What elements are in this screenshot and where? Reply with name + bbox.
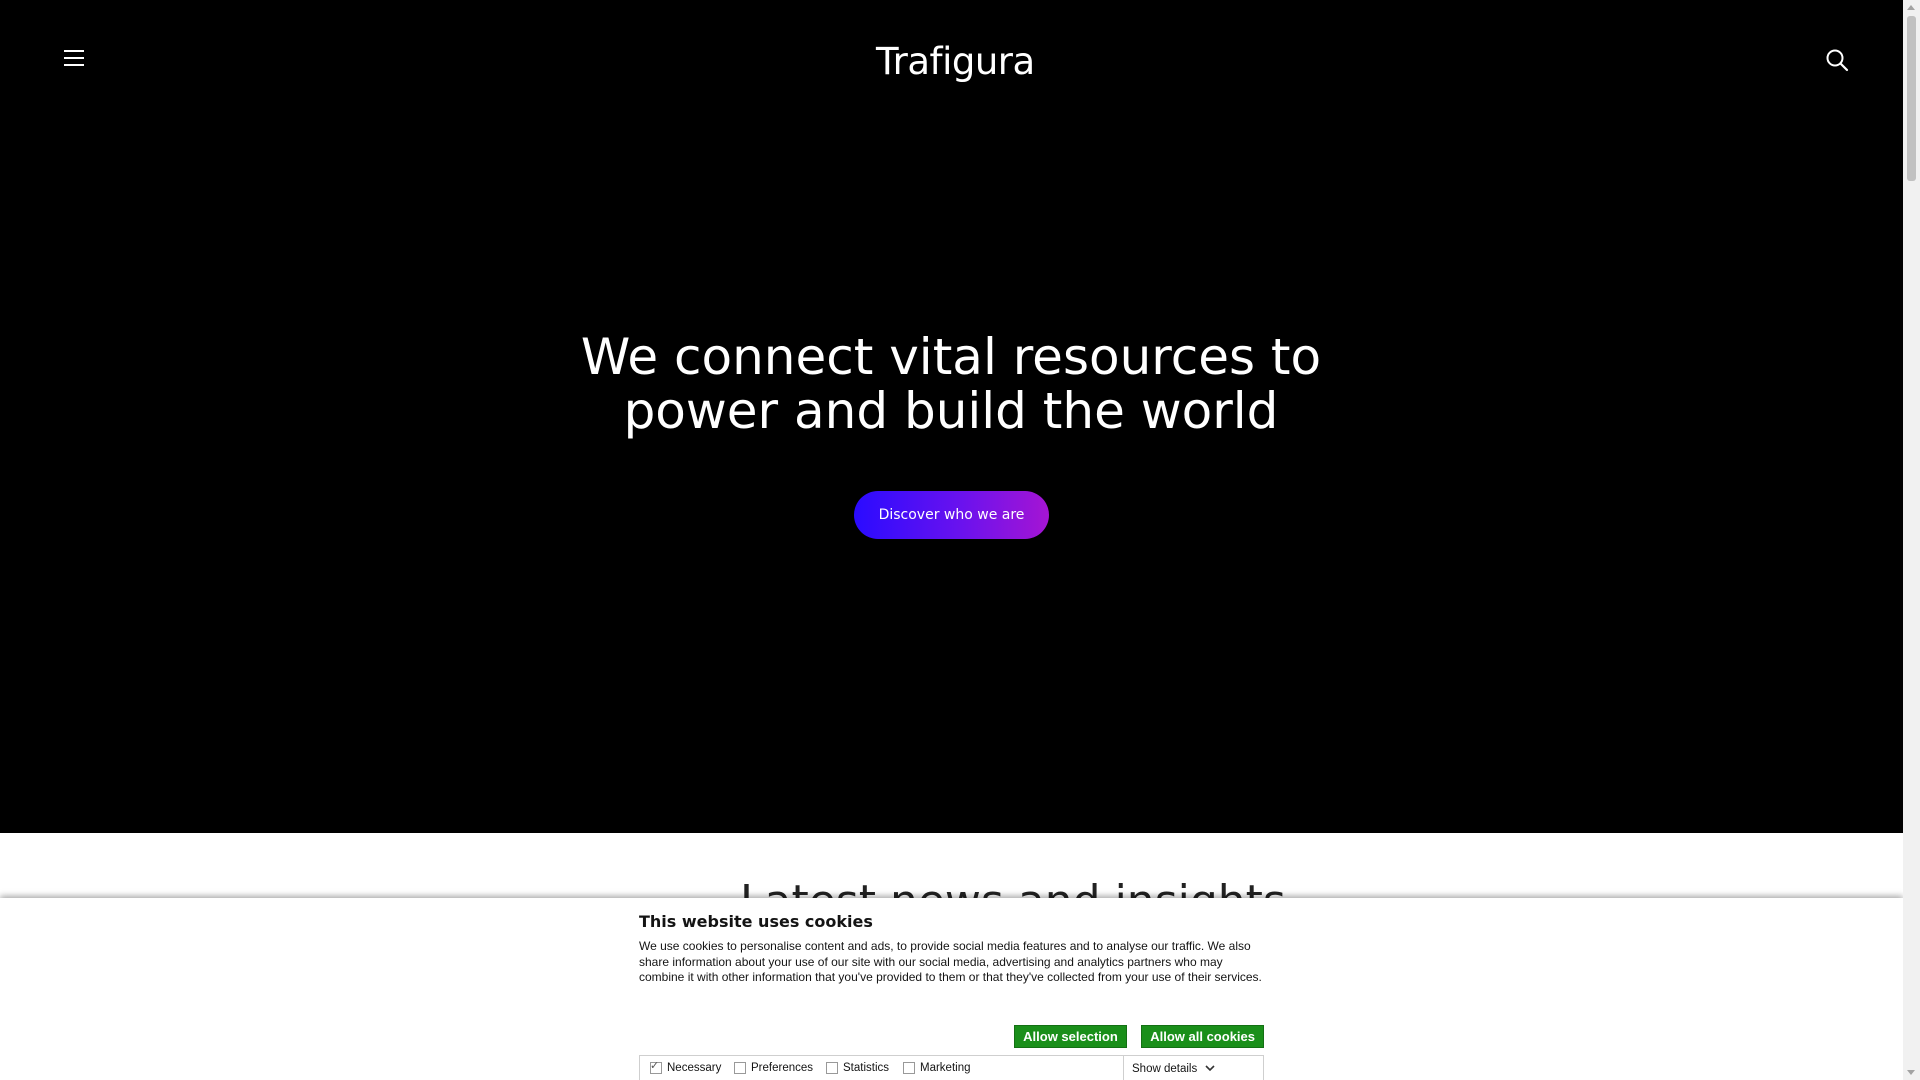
cookie-option-label: Preferences	[751, 1062, 814, 1074]
allow-selection-button[interactable]: Allow selection	[1014, 1025, 1127, 1048]
page: Trafigura We connect vital resources to …	[0, 0, 1903, 1080]
cookie-option-necessary[interactable]: Necessary	[650, 1059, 722, 1074]
chevron-down-icon	[1205, 1063, 1215, 1075]
cookie-banner-text: We use cookies to personalise content an…	[639, 939, 1262, 984]
cookie-option-preferences[interactable]: Preferences	[734, 1062, 813, 1074]
scrollbar-thumb[interactable]	[1907, 16, 1916, 181]
scroll-up-arrow-icon[interactable]	[1907, 5, 1915, 10]
hero-headline-line-2: power and build the world	[623, 382, 1279, 440]
search-icon[interactable]	[1825, 48, 1851, 74]
hamburger-menu-icon[interactable]	[64, 50, 88, 70]
checkbox-icon[interactable]	[734, 1062, 746, 1074]
cookie-banner: This website uses cookies We use cookies…	[0, 898, 1903, 1080]
discover-who-we-are-button[interactable]: Discover who we are	[854, 491, 1049, 539]
cookie-option-statistics[interactable]: Statistics	[826, 1062, 889, 1074]
cookie-option-label: Marketing	[920, 1062, 971, 1074]
cookie-option-label: Necessary	[667, 1062, 722, 1074]
hero-headline-line-1: We connect vital resources to	[580, 328, 1322, 386]
checkbox-icon[interactable]	[903, 1062, 915, 1074]
cookie-banner-title: This website uses cookies	[639, 912, 873, 931]
cookie-option-label: Statistics	[843, 1062, 890, 1074]
hero-headline: We connect vital resources to power and …	[451, 330, 1451, 438]
checkbox-checked-icon[interactable]	[650, 1059, 662, 1074]
allow-all-cookies-button[interactable]: Allow all cookies	[1141, 1025, 1264, 1048]
trafigura-logo[interactable]: Trafigura	[876, 40, 1035, 83]
cookie-banner-content: This website uses cookies We use cookies…	[639, 912, 1264, 1080]
show-details-toggle[interactable]: Show details	[1123, 1056, 1271, 1080]
checkbox-icon[interactable]	[826, 1062, 838, 1074]
show-details-label: Show details	[1132, 1062, 1198, 1075]
hero-section: Trafigura We connect vital resources to …	[0, 0, 1903, 833]
cookie-option-marketing[interactable]: Marketing	[903, 1062, 971, 1074]
cookie-options: Necessary Preferences Statistics Marketi…	[639, 1055, 1264, 1080]
vertical-scrollbar[interactable]	[1903, 0, 1920, 1080]
cookie-buttons: Allow selection Allow all cookies	[1004, 1025, 1264, 1048]
scroll-down-arrow-icon[interactable]	[1907, 1070, 1915, 1075]
